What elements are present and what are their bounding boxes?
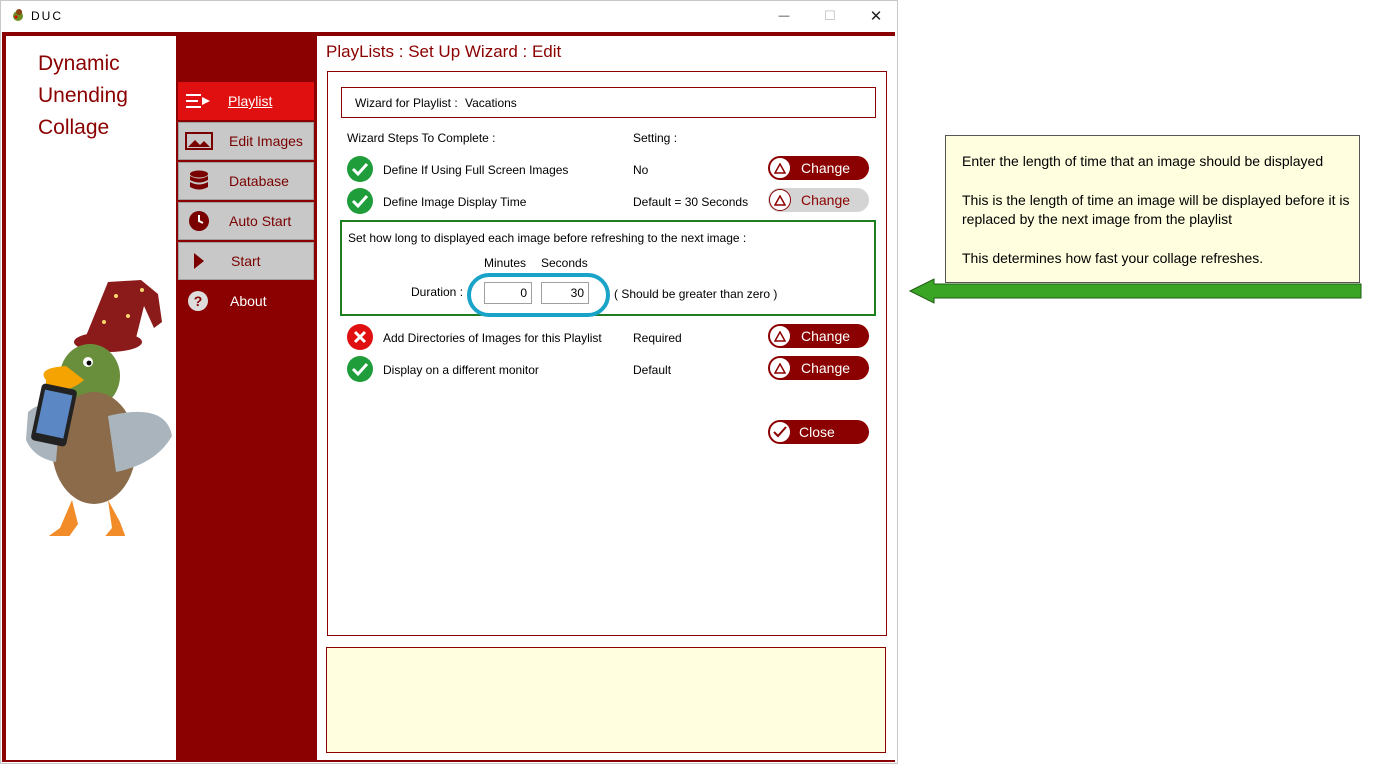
maximize-icon: ☐ (824, 8, 836, 23)
check-icon (347, 356, 373, 382)
close-icon: ✕ (869, 8, 883, 25)
check-icon (347, 156, 373, 182)
title-bar: DUC — ☐ ✕ (1, 1, 897, 31)
list-arrow-icon (178, 82, 218, 120)
close-wizard-button[interactable]: Close (768, 420, 869, 444)
sidebar-item-about[interactable]: ? About (178, 282, 314, 320)
callout-line-3: This determines how fast your collage re… (962, 250, 1264, 266)
change-monitor-button[interactable]: Change (768, 356, 869, 380)
change-full-screen-button[interactable]: Change (768, 156, 869, 180)
duration-highlight-ring (467, 273, 610, 317)
sidebar-item-start[interactable]: Start (178, 242, 314, 280)
brand-line-1: Dynamic (38, 52, 120, 75)
change-button-label: Change (801, 160, 851, 176)
maximize-button[interactable]: ☐ (807, 1, 853, 31)
playlist-name-box: Wizard for Playlist : Vacations (341, 87, 876, 118)
logo-panel: Dynamic Unending Collage (6, 36, 176, 760)
seconds-label: Seconds (541, 256, 588, 270)
help-panel (326, 647, 886, 753)
sidebar-item-label: Edit Images (229, 133, 303, 149)
change-directories-button[interactable]: Change (768, 324, 869, 348)
step-setting: Default = 30 Seconds (633, 195, 749, 209)
change-button-label: Change (801, 360, 851, 376)
step-setting: Default (633, 363, 672, 377)
clock-icon (179, 202, 219, 240)
playlist-label: Wizard for Playlist : (355, 96, 458, 110)
setting-header: Setting : (633, 131, 678, 145)
sidebar-item-label: Auto Start (229, 213, 292, 229)
duration-hint: ( Should be greater than zero ) (614, 287, 778, 301)
check-icon (347, 188, 373, 214)
minimize-button[interactable]: — (761, 1, 807, 31)
close-button-label: Close (799, 424, 835, 440)
sidebar-item-playlist[interactable]: Playlist (178, 82, 314, 120)
sidebar-item-database[interactable]: Database (178, 162, 314, 200)
sidebar-item-label: Playlist (228, 93, 273, 109)
sidebar-item-edit-images[interactable]: Edit Images (178, 122, 314, 160)
duration-label: Duration : (411, 285, 464, 299)
change-button-label: Change (801, 328, 851, 344)
wizard-duck-mascot (26, 280, 172, 536)
close-window-button[interactable]: ✕ (853, 1, 899, 31)
triangle-icon (769, 325, 791, 347)
duck-app-icon (13, 9, 23, 21)
step-setting: No (633, 163, 649, 177)
triangle-icon (769, 157, 791, 179)
database-icon (179, 162, 219, 200)
step-label: Display on a different monitor (383, 363, 539, 377)
triangle-icon (769, 357, 791, 379)
change-button-label: Change (801, 192, 851, 208)
annotation-callout: Enter the length of time that an image s… (945, 135, 1360, 283)
checkmark-icon (769, 421, 791, 443)
svg-text:?: ? (194, 293, 203, 309)
callout-line-2: This is the length of time an image will… (962, 192, 1350, 227)
callout-line-1: Enter the length of time that an image s… (962, 153, 1324, 169)
brand-line-2: Unending (38, 84, 128, 107)
step-label: Define If Using Full Screen Images (383, 163, 569, 177)
page-title: PlayLists : Set Up Wizard : Edit (326, 42, 562, 61)
annotation-arrow-icon (908, 278, 1362, 304)
duration-instruction: Set how long to displayed each image bef… (348, 231, 747, 245)
playlist-name: Vacations (465, 96, 517, 110)
image-icon (179, 122, 219, 160)
error-x-icon (347, 324, 373, 350)
window-title: DUC (31, 9, 63, 23)
triangle-icon (769, 189, 791, 211)
question-icon: ? (178, 282, 218, 320)
step-setting: Required (633, 331, 682, 345)
minutes-label: Minutes (484, 256, 527, 270)
step-label: Define Image Display Time (383, 195, 527, 209)
step-label: Add Directories of Images for this Playl… (383, 331, 602, 345)
change-display-time-button[interactable]: Change (768, 188, 869, 212)
sidebar-item-auto-start[interactable]: Auto Start (178, 202, 314, 240)
sidebar-item-label: Database (229, 173, 289, 189)
play-icon (179, 242, 219, 280)
steps-header: Wizard Steps To Complete : (347, 131, 496, 145)
brand-name: Dynamic Unending Collage (38, 48, 128, 144)
sidebar-item-label: About (230, 293, 267, 309)
minimize-icon: — (778, 10, 790, 22)
brand-line-3: Collage (38, 116, 110, 139)
sidebar-item-label: Start (231, 253, 261, 269)
sidebar-nav: Playlist Edit Images Database Auto Start… (176, 36, 316, 760)
